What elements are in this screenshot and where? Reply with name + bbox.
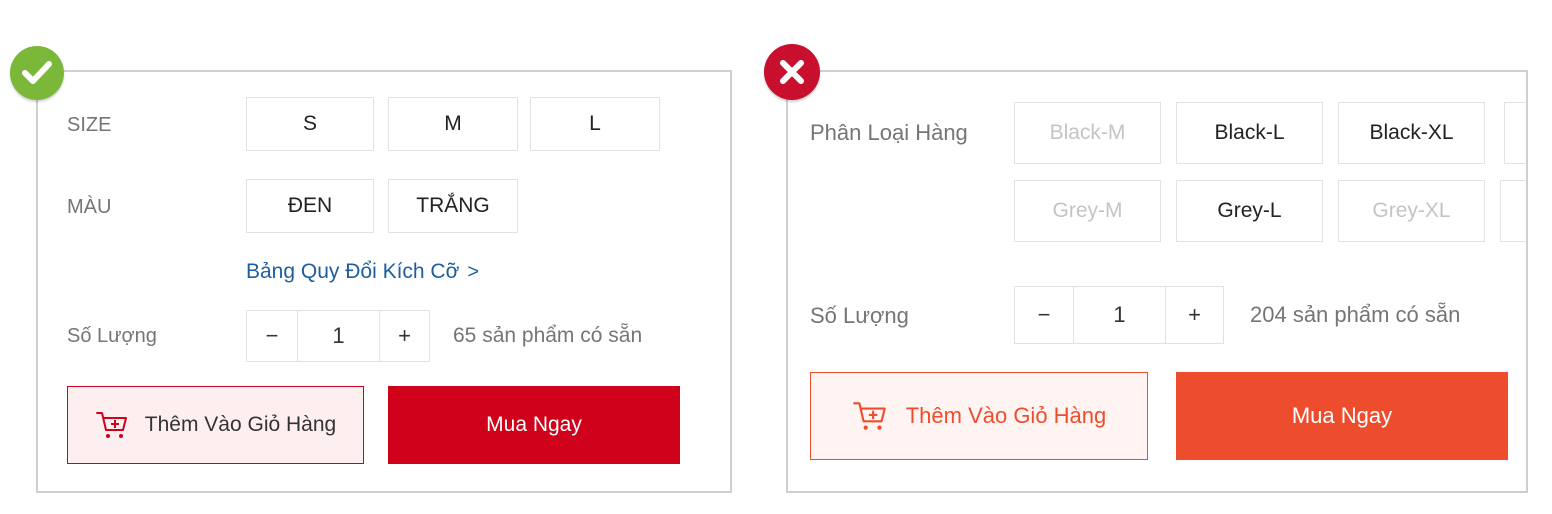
add-to-cart-button[interactable]: Thêm Vào Giỏ Hàng [67,386,364,464]
add-to-cart-label: Thêm Vào Giỏ Hàng [144,413,337,436]
quantity-label: Số Lượng [810,303,909,328]
color-option-black[interactable]: ĐEN [246,179,374,233]
variation-label: Phân Loại Hàng [810,120,968,145]
variation-option-grey-l[interactable]: Grey-L [1176,180,1323,242]
add-to-cart-button[interactable]: Thêm Vào Giỏ Hàng [810,372,1148,460]
size-chart-link[interactable]: Bảng Quy Đổi Kích Cỡ > [246,260,479,284]
size-option-m[interactable]: M [388,97,518,151]
add-to-cart-label: Thêm Vào Giỏ Hàng [905,403,1107,428]
bad-example-panel: Phân Loại Hàng Black-M Black-L Black-XL … [786,70,1528,493]
quantity-stepper: − 1 + [1014,286,1224,344]
quantity-stepper: − 1 + [246,310,430,362]
decrease-button[interactable]: − [247,311,297,361]
incorrect-badge [764,44,820,100]
stock-available: 65 sản phẩm có sẵn [453,324,643,347]
x-icon [780,60,804,84]
variation-option-cutoff-2[interactable] [1500,180,1526,242]
variation-option-black-m[interactable]: Black-M [1014,102,1161,164]
increase-button[interactable]: + [380,311,429,361]
stock-available: 204 sản phẩm có sẵn [1250,302,1461,327]
variation-option-black-l[interactable]: Black-L [1176,102,1323,164]
increase-button[interactable]: + [1166,287,1223,343]
size-chart-link-text: Bảng Quy Đổi Kích Cỡ [246,260,460,283]
cart-plus-icon [95,412,127,438]
color-option-white[interactable]: TRẮNG [388,179,518,233]
size-label: SIZE [67,114,112,136]
quantity-label: Số Lượng [67,325,157,347]
variation-option-black-xl[interactable]: Black-XL [1338,102,1485,164]
size-option-s[interactable]: S [246,97,374,151]
size-option-l[interactable]: L [530,97,660,151]
quantity-input[interactable]: 1 [297,311,380,361]
variation-option-grey-xl[interactable]: Grey-XL [1338,180,1485,242]
correct-badge [10,46,64,100]
variation-option-cutoff[interactable] [1504,102,1526,164]
good-example-panel: SIZE S M L MÀU ĐEN TRẮNG Bảng Quy Đổi Kí… [36,70,732,493]
cart-plus-icon [852,402,886,430]
quantity-input[interactable]: 1 [1073,287,1166,343]
chevron-right-icon: > [467,261,480,283]
buy-now-button[interactable]: Mua Ngay [388,386,680,464]
color-label: MÀU [67,196,112,218]
check-icon [22,61,52,84]
decrease-button[interactable]: − [1015,287,1073,343]
variation-option-grey-m[interactable]: Grey-M [1014,180,1161,242]
buy-now-button[interactable]: Mua Ngay [1176,372,1508,460]
